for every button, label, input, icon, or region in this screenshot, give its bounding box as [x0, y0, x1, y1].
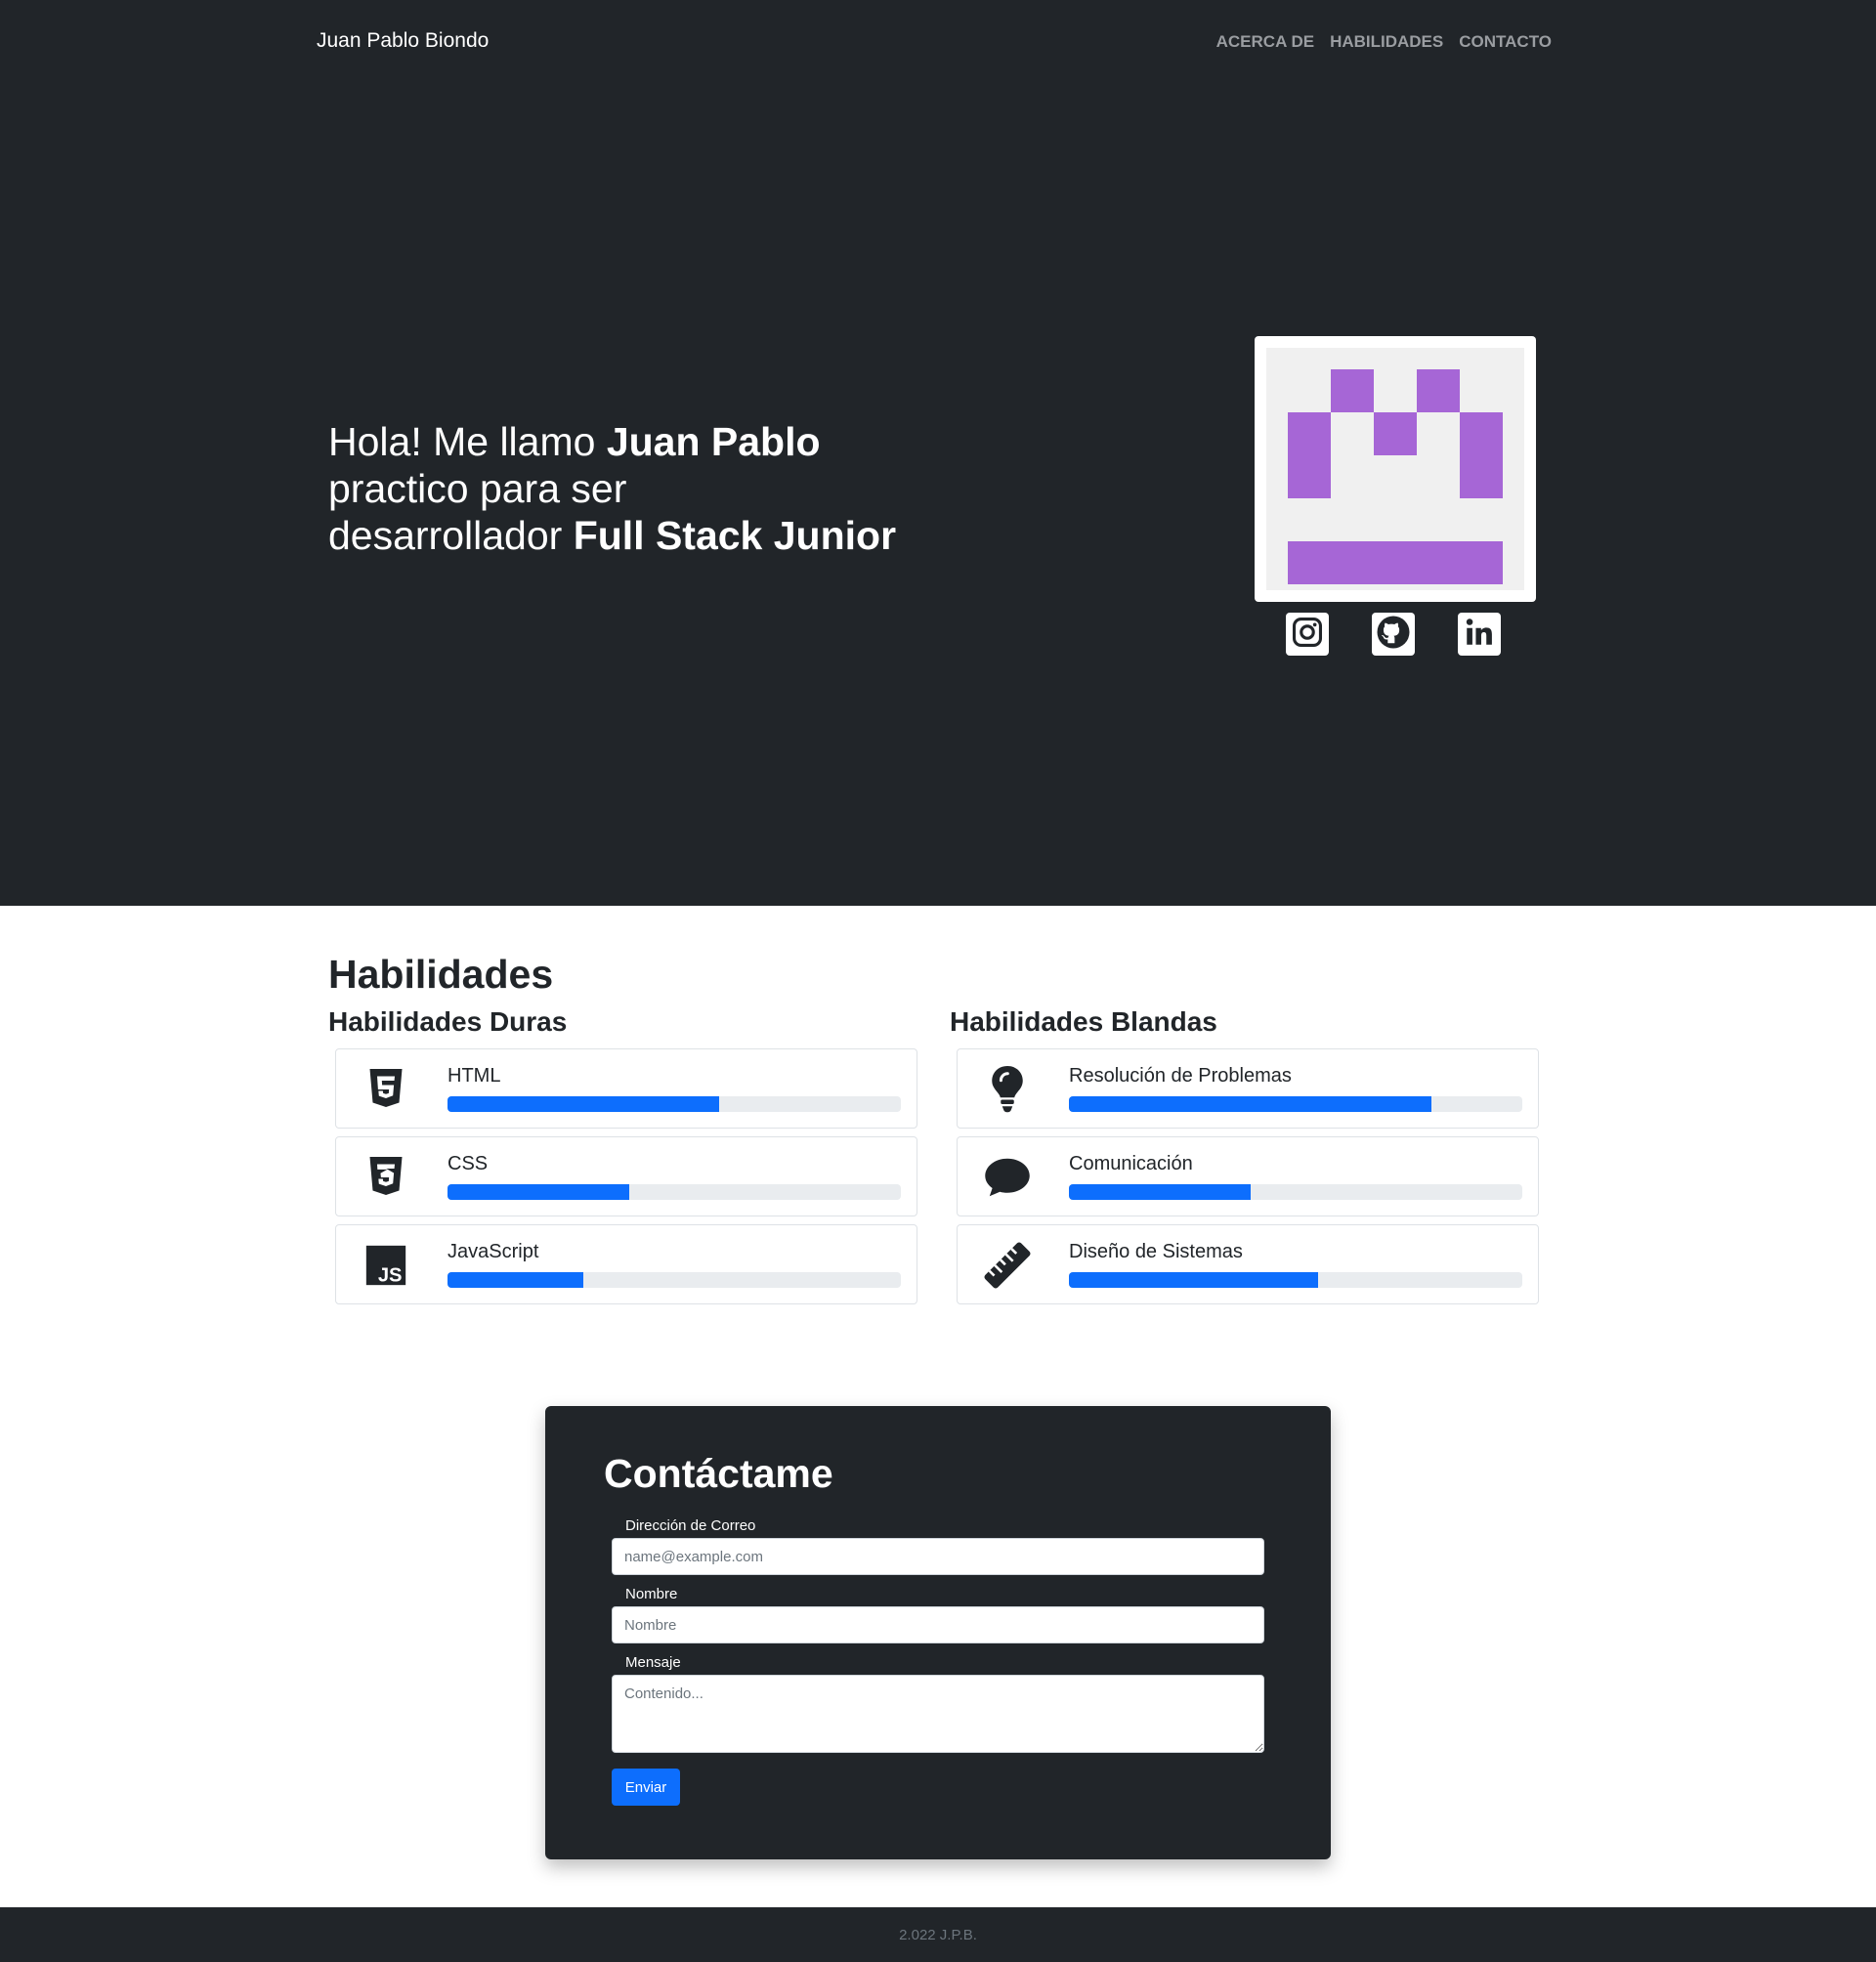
avatar-frame [1255, 336, 1536, 602]
hero-section: Juan Pablo Biondo ACERCA DE HABILIDADES … [0, 0, 1876, 906]
hero-heading: Hola! Me llamo Juan Pablo practico para … [328, 418, 896, 559]
hard-skills-title: Habilidades Duras [328, 1006, 568, 1037]
skill-card-communication: Comunicación [957, 1136, 1539, 1216]
hero-role: Full Stack Junior [573, 513, 897, 558]
avatar-pixel [1288, 412, 1331, 498]
skill-card-system-design: Diseño de Sistemas [957, 1224, 1539, 1304]
skill-card-javascript: JS JavaScript [335, 1224, 917, 1304]
skill-progress-fill [1069, 1272, 1319, 1288]
skill-progress-fill [1069, 1184, 1251, 1200]
avatar-pixel [1331, 369, 1374, 412]
nav-contact[interactable]: CONTACTO [1459, 32, 1552, 52]
css3-icon [362, 1153, 410, 1202]
email-label: Dirección de Correo [625, 1517, 756, 1534]
ruler-icon [983, 1241, 1032, 1290]
instagram-icon [1291, 616, 1324, 654]
skill-progress-track [1069, 1096, 1522, 1112]
contact-title: Contáctame [604, 1451, 833, 1496]
avatar-pixel [1374, 412, 1417, 455]
html5-icon [362, 1065, 410, 1114]
social-links [1286, 613, 1501, 656]
github-link[interactable] [1372, 613, 1415, 656]
nav-about[interactable]: ACERCA DE [1216, 32, 1314, 52]
hero-line2: practico para ser [328, 466, 627, 511]
svg-text:JS: JS [378, 1265, 403, 1287]
skill-progress-track [448, 1272, 901, 1288]
skill-progress-fill [1069, 1096, 1432, 1112]
skills-title: Habilidades [328, 952, 554, 997]
hero-line3-prefix: desarrollador [328, 513, 574, 558]
skill-progress-fill [448, 1096, 720, 1112]
skill-label: Diseño de Sistemas [1069, 1241, 1243, 1262]
nav-skills[interactable]: HABILIDADES [1330, 32, 1443, 52]
javascript-icon: JS [362, 1241, 410, 1290]
skill-card-problem-solving: Resolución de Problemas [957, 1048, 1539, 1129]
skill-progress-track [1069, 1272, 1522, 1288]
contact-form: Contáctame Dirección de Correo Nombre Me… [545, 1406, 1331, 1859]
linkedin-link[interactable] [1458, 613, 1501, 656]
avatar [1266, 348, 1524, 590]
avatar-pixel [1417, 369, 1460, 412]
linkedin-icon [1463, 616, 1496, 654]
skill-progress-track [1069, 1184, 1522, 1200]
skill-label: CSS [448, 1153, 489, 1174]
hero-name: Juan Pablo [606, 419, 821, 464]
footer-text: 2.022 J.P.B. [899, 1926, 977, 1943]
brand-name[interactable]: Juan Pablo Biondo [317, 29, 489, 53]
hero-line1-prefix: Hola! Me llamo [328, 419, 607, 464]
skill-progress-track [448, 1096, 901, 1112]
name-label: Nombre [625, 1586, 678, 1602]
skill-progress-fill [448, 1272, 584, 1288]
main-nav: ACERCA DE HABILIDADES CONTACTO [1216, 32, 1552, 52]
github-icon [1376, 615, 1411, 655]
message-label: Mensaje [625, 1654, 681, 1671]
skill-progress-fill [448, 1184, 629, 1200]
name-field[interactable] [612, 1606, 1264, 1643]
instagram-link[interactable] [1286, 613, 1329, 656]
send-button[interactable]: Enviar [612, 1769, 680, 1806]
skill-card-html: HTML [335, 1048, 917, 1129]
soft-skills-title: Habilidades Blandas [950, 1006, 1217, 1037]
message-field[interactable] [612, 1675, 1264, 1753]
skill-label: Resolución de Problemas [1069, 1065, 1292, 1087]
skill-progress-track [448, 1184, 901, 1200]
avatar-pixel [1460, 412, 1503, 498]
skill-label: HTML [448, 1065, 501, 1087]
avatar-pixel [1288, 541, 1503, 584]
footer: 2.022 J.P.B. [0, 1907, 1876, 1962]
email-field[interactable] [612, 1538, 1264, 1575]
skill-label: Comunicación [1069, 1153, 1193, 1174]
skill-card-css: CSS [335, 1136, 917, 1216]
chat-bubble-icon [983, 1153, 1032, 1202]
lightbulb-icon [983, 1065, 1032, 1114]
skill-label: JavaScript [448, 1241, 539, 1262]
